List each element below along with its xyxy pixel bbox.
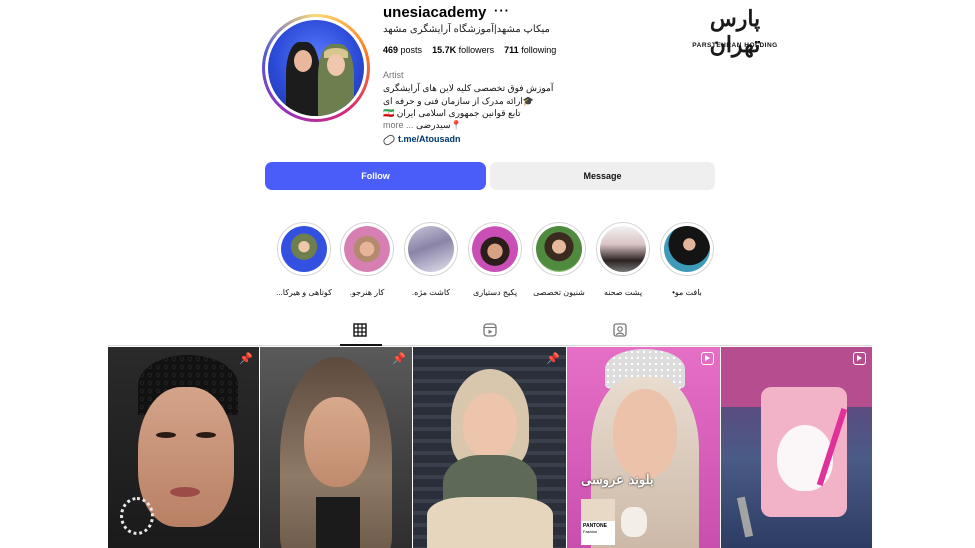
tagged-user-icon (613, 323, 627, 337)
bio-line: آموزش فوق تخصصی کلیه لاین های آرایشگری (383, 83, 554, 93)
watermark-logo: پارس تهران PARSTEHRAN HOLDING (686, 6, 784, 58)
profile-full-name: میکاپ مشهد|آموزشگاه آرایشگری مشهد (383, 24, 550, 35)
bio-line: تابع قوانین جمهوری اسلامی ایران 🇮🇷 (383, 108, 521, 118)
followers-stat[interactable]: 15.7K followers (432, 45, 494, 55)
post-thumbnail[interactable]: بلوند عروسی PANTONE Fashion (567, 347, 720, 548)
tab-divider (108, 345, 872, 346)
tab-posts[interactable] (353, 323, 367, 342)
bio-line: 🎓ارائه مدرک از سازمان فنی و حرفه ای (383, 96, 535, 106)
profile-avatar[interactable] (262, 14, 370, 122)
highlight-item[interactable]: پشت صحنه (595, 222, 651, 297)
post-thumbnail[interactable] (721, 347, 872, 548)
pantone-card: PANTONE Fashion (581, 499, 615, 545)
profile-link[interactable]: t.me/Atousadn (381, 132, 461, 147)
bio-more-link[interactable]: ... more (383, 120, 414, 130)
highlight-cover (600, 226, 646, 272)
highlight-cover (408, 226, 454, 272)
highlight-cover (472, 226, 518, 272)
highlight-item[interactable]: بافت مو• (659, 222, 715, 297)
highlight-cover (536, 226, 582, 272)
watermark-subtitle: PARSTEHRAN HOLDING (692, 42, 778, 49)
highlight-item[interactable]: کوتاهی و هیرکا... (276, 222, 332, 297)
highlight-cover (664, 226, 710, 272)
post-thumbnail[interactable]: 📌 (413, 347, 566, 548)
profile-category: Artist (383, 70, 404, 80)
reel-icon (701, 352, 714, 365)
post-thumbnail[interactable]: 📌 (108, 347, 259, 548)
message-button[interactable]: Message (490, 162, 715, 190)
posts-stat[interactable]: 469 posts (383, 45, 422, 55)
profile-stats: 469 posts 15.7K followers 711 following (383, 45, 556, 55)
post-overlay-text: بلوند عروسی (581, 473, 654, 488)
teddy-bear-icon (621, 507, 647, 537)
more-options-icon[interactable]: ··· (494, 3, 510, 18)
reel-icon (853, 352, 866, 365)
link-icon (381, 132, 397, 147)
post-thumbnail[interactable]: 📌 (260, 347, 412, 548)
avatar-photo (268, 20, 364, 116)
tab-reels[interactable] (483, 323, 497, 342)
highlight-item[interactable]: شنیون تخصصی (531, 222, 587, 297)
reels-icon (483, 323, 497, 337)
profile-username: unesiacademy (383, 4, 487, 21)
highlight-item[interactable]: کار هنرجو. (339, 222, 395, 297)
following-stat[interactable]: 711 following (504, 45, 556, 55)
pinned-icon: 📌 (239, 353, 253, 365)
pinned-icon: 📌 (392, 353, 406, 365)
follow-button[interactable]: Follow (265, 162, 486, 190)
highlight-cover (281, 226, 327, 272)
watermark-script: پارس تهران (709, 6, 761, 58)
highlight-item[interactable]: کاشت مژه. (403, 222, 459, 297)
bio-line-last: 📍سیدرضی ... more (383, 120, 462, 130)
tab-tagged[interactable] (613, 323, 627, 342)
highlight-cover (344, 226, 390, 272)
highlight-item[interactable]: پکیج دستیاری (467, 222, 523, 297)
pinned-icon: 📌 (546, 353, 560, 365)
tab-active-indicator (340, 344, 382, 346)
grid-icon (353, 323, 367, 337)
